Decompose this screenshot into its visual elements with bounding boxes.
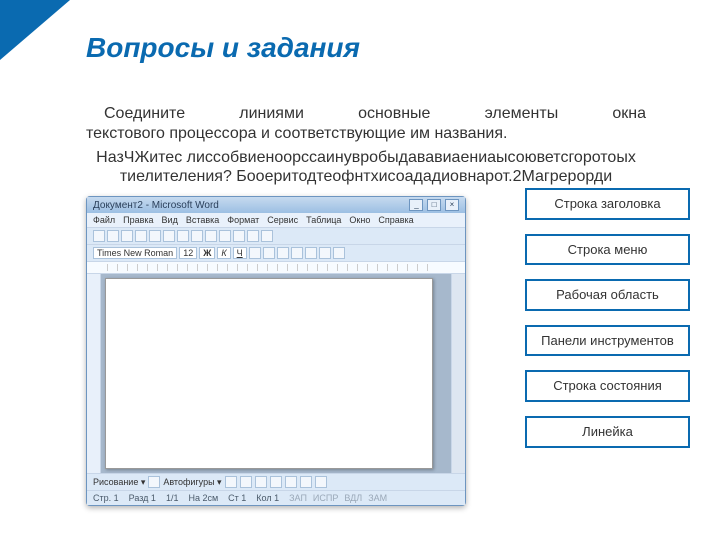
word: окна — [612, 104, 646, 124]
bold-button[interactable]: Ж — [199, 247, 215, 259]
titlebar: Документ2 - Microsoft Word _ □ × — [87, 197, 465, 213]
toolbar-button[interactable] — [249, 247, 261, 259]
toolbar-button[interactable] — [333, 247, 345, 259]
drawing-menu[interactable]: Рисование ▾ — [93, 477, 145, 488]
italic-button[interactable]: К — [217, 247, 230, 259]
window-controls: _ □ × — [408, 199, 459, 211]
instruction-text: Соедините линиями основные элементы окна… — [86, 104, 646, 144]
toolbar-button[interactable] — [277, 247, 289, 259]
toolbar-button[interactable] — [93, 230, 105, 242]
toolbar-button[interactable] — [121, 230, 133, 242]
word: основные — [358, 104, 430, 124]
autoshapes-menu[interactable]: Автофигуры ▾ — [163, 477, 221, 488]
word: линиями — [239, 104, 304, 124]
toolbar-button[interactable] — [191, 230, 203, 242]
toolbar-button[interactable] — [219, 230, 231, 242]
toolbar-button[interactable] — [291, 247, 303, 259]
document-area — [87, 274, 465, 473]
status-pages: 1/1 — [166, 493, 179, 503]
toolbar-button[interactable] — [107, 230, 119, 242]
status-col: Кол 1 — [256, 493, 279, 503]
menu-item[interactable]: Сервис — [267, 215, 298, 225]
toolbar-button[interactable] — [177, 230, 189, 242]
menu-item[interactable]: Вставка — [186, 215, 219, 225]
status-at: На 2см — [188, 493, 218, 503]
maximize-icon[interactable]: □ — [427, 199, 441, 211]
label-statusbar[interactable]: Строка состояния — [525, 370, 690, 402]
toolbar-button[interactable] — [319, 247, 331, 259]
vertical-ruler — [87, 274, 101, 473]
status-line: Ст 1 — [228, 493, 246, 503]
overlay-line: НазЧЖитес лиссобвиеноорссаинувробыдавави… — [86, 148, 646, 167]
toolbar-button[interactable] — [261, 230, 273, 242]
toolbar-button[interactable] — [163, 230, 175, 242]
corner-decoration — [0, 0, 70, 60]
menu-item[interactable]: Правка — [123, 215, 153, 225]
toolbar-button[interactable] — [149, 230, 161, 242]
status-bar: Стр. 1 Разд 1 1/1 На 2см Ст 1 Кол 1 ЗАП … — [87, 490, 465, 505]
status-section: Разд 1 — [129, 493, 156, 503]
menu-item[interactable]: Таблица — [306, 215, 341, 225]
font-size-select[interactable]: 12 — [179, 247, 197, 259]
menu-item[interactable]: Справка — [378, 215, 413, 225]
overlapping-text: НазЧЖитес лиссобвиеноорссаинувробыдавави… — [86, 148, 646, 186]
overlay-line: тиелителения? Бооеритодтеофнтхисоададиов… — [86, 167, 646, 186]
toolbar-button[interactable] — [148, 476, 160, 488]
underline-button[interactable]: Ч — [233, 247, 247, 259]
standard-toolbar — [87, 228, 465, 245]
menu-item[interactable]: Окно — [349, 215, 370, 225]
status-indicator: ЗАМ — [368, 493, 387, 503]
label-ruler[interactable]: Линейка — [525, 416, 690, 448]
toolbar-button[interactable] — [315, 476, 327, 488]
vertical-scrollbar[interactable] — [451, 274, 465, 473]
horizontal-ruler — [87, 262, 465, 274]
toolbar-button[interactable] — [135, 230, 147, 242]
font-select[interactable]: Times New Roman — [93, 247, 177, 259]
toolbar-button[interactable] — [270, 476, 282, 488]
formatting-toolbar: Times New Roman 12 Ж К Ч — [87, 245, 465, 262]
status-indicator: ЗАП — [289, 493, 307, 503]
label-titlebar[interactable]: Строка заголовка — [525, 188, 690, 220]
label-workarea[interactable]: Рабочая область — [525, 279, 690, 311]
instruction-line2: текстового процессора и соответствующие … — [86, 124, 646, 144]
answer-labels: Строка заголовка Строка меню Рабочая обл… — [525, 188, 690, 448]
toolbar-button[interactable] — [305, 247, 317, 259]
word: элементы — [485, 104, 559, 124]
toolbar-button[interactable] — [225, 476, 237, 488]
label-toolbars[interactable]: Панели инструментов — [525, 325, 690, 357]
close-icon[interactable]: × — [445, 199, 459, 211]
status-page: Стр. 1 — [93, 493, 119, 503]
toolbar-button[interactable] — [205, 230, 217, 242]
titlebar-text: Документ2 - Microsoft Word — [93, 200, 219, 211]
label-menubar[interactable]: Строка меню — [525, 234, 690, 266]
toolbar-button[interactable] — [263, 247, 275, 259]
page-canvas[interactable] — [105, 278, 433, 469]
toolbar-button[interactable] — [285, 476, 297, 488]
word: Соедините — [104, 104, 185, 124]
toolbar-button[interactable] — [233, 230, 245, 242]
toolbar-button[interactable] — [300, 476, 312, 488]
minimize-icon[interactable]: _ — [409, 199, 423, 211]
menu-item[interactable]: Вид — [162, 215, 178, 225]
toolbar-button[interactable] — [247, 230, 259, 242]
status-indicator: ИСПР — [313, 493, 338, 503]
slide-title: Вопросы и задания — [86, 32, 360, 64]
menu-item[interactable]: Файл — [93, 215, 115, 225]
menu-item[interactable]: Формат — [227, 215, 259, 225]
drawing-toolbar: Рисование ▾ Автофигуры ▾ — [87, 473, 465, 490]
toolbar-button[interactable] — [240, 476, 252, 488]
menu-bar: Файл Правка Вид Вставка Формат Сервис Та… — [87, 213, 465, 228]
toolbar-button[interactable] — [255, 476, 267, 488]
ms-word-window: Документ2 - Microsoft Word _ □ × Файл Пр… — [86, 196, 466, 506]
status-indicator: ВДЛ — [344, 493, 362, 503]
